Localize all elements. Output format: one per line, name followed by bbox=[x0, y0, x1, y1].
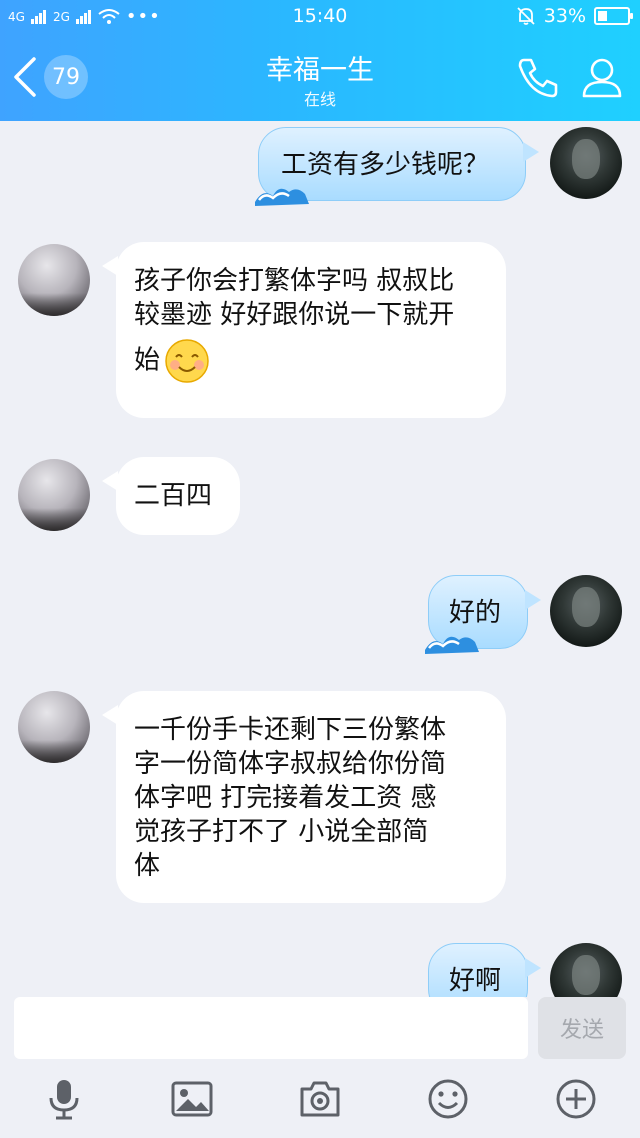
message-line: 始 bbox=[134, 345, 161, 376]
message-bubble-received[interactable]: 二百四 bbox=[102, 457, 240, 535]
wave-decoration-icon bbox=[255, 188, 309, 206]
message-bubble-sent[interactable]: 好啊 bbox=[428, 943, 541, 997]
contact-avatar[interactable] bbox=[18, 691, 90, 763]
status-bar: 4G 2G ••• 15:40 33% bbox=[0, 0, 640, 34]
message-line: 较墨迹 好好跟你说一下就开 bbox=[134, 300, 455, 330]
message-line: 字一份简体字叔叔给你份简 bbox=[134, 749, 447, 779]
message-input[interactable] bbox=[14, 997, 528, 1059]
mute-bell-icon bbox=[517, 7, 535, 25]
phone-icon[interactable] bbox=[514, 54, 562, 102]
my-avatar[interactable] bbox=[550, 127, 622, 199]
message-line: 孩子你会打繁体字吗 叔叔比 bbox=[134, 266, 455, 296]
message-line: 体 bbox=[134, 851, 161, 881]
battery-fill bbox=[598, 11, 608, 21]
message-line-with-emoji: 始 bbox=[134, 338, 488, 384]
contact-avatar[interactable] bbox=[18, 459, 90, 531]
nav-bar: 79 幸福一生 在线 bbox=[0, 34, 640, 121]
top-bar: 4G 2G ••• 15:40 33% 79 幸福一生 在线 bbox=[0, 0, 640, 121]
my-avatar[interactable] bbox=[550, 943, 622, 997]
message-line: 一千份手卡还剩下三份繁体 bbox=[134, 715, 447, 745]
message-text: 好啊 bbox=[449, 966, 502, 996]
my-avatar[interactable] bbox=[550, 575, 622, 647]
input-bar: 发送 bbox=[0, 997, 640, 1138]
battery-icon bbox=[594, 7, 633, 25]
image-icon[interactable] bbox=[170, 1077, 214, 1121]
plus-icon[interactable] bbox=[554, 1077, 598, 1121]
chat-area[interactable]: 工资有多少钱呢？ 孩子你会打繁体字吗 叔叔比 较墨迹 好好跟你说一下就开 始 二… bbox=[0, 121, 640, 997]
message-bubble-received[interactable]: 一千份手卡还剩下三份繁体 字一份简体字叔叔给你份简 体字吧 打完接着发工资 感 … bbox=[102, 691, 506, 903]
status-right: 33% bbox=[516, 5, 633, 27]
microphone-icon[interactable] bbox=[42, 1077, 86, 1121]
toolbar bbox=[0, 1077, 640, 1127]
profile-icon[interactable] bbox=[578, 54, 626, 102]
message-bubble-sent[interactable]: 好的 bbox=[425, 575, 541, 654]
message-line: 觉孩子打不了 小说全部简 bbox=[134, 817, 429, 847]
message-line: 体字吧 打完接着发工资 感 bbox=[134, 783, 437, 813]
battery-percent: 33% bbox=[543, 5, 586, 27]
contact-avatar[interactable] bbox=[18, 244, 90, 316]
smile-emoji-icon bbox=[165, 339, 209, 383]
message-text: 好的 bbox=[449, 598, 502, 628]
wave-decoration-icon bbox=[425, 636, 479, 654]
camera-icon[interactable] bbox=[298, 1077, 342, 1121]
message-text: 工资有多少钱呢？ bbox=[281, 150, 490, 180]
message-bubble-received[interactable]: 孩子你会打繁体字吗 叔叔比 较墨迹 好好跟你说一下就开 始 bbox=[102, 242, 506, 418]
message-text: 二百四 bbox=[134, 481, 213, 511]
emoji-icon[interactable] bbox=[426, 1077, 470, 1121]
send-button[interactable]: 发送 bbox=[538, 997, 626, 1059]
message-bubble-sent[interactable]: 工资有多少钱呢？ bbox=[255, 127, 539, 206]
